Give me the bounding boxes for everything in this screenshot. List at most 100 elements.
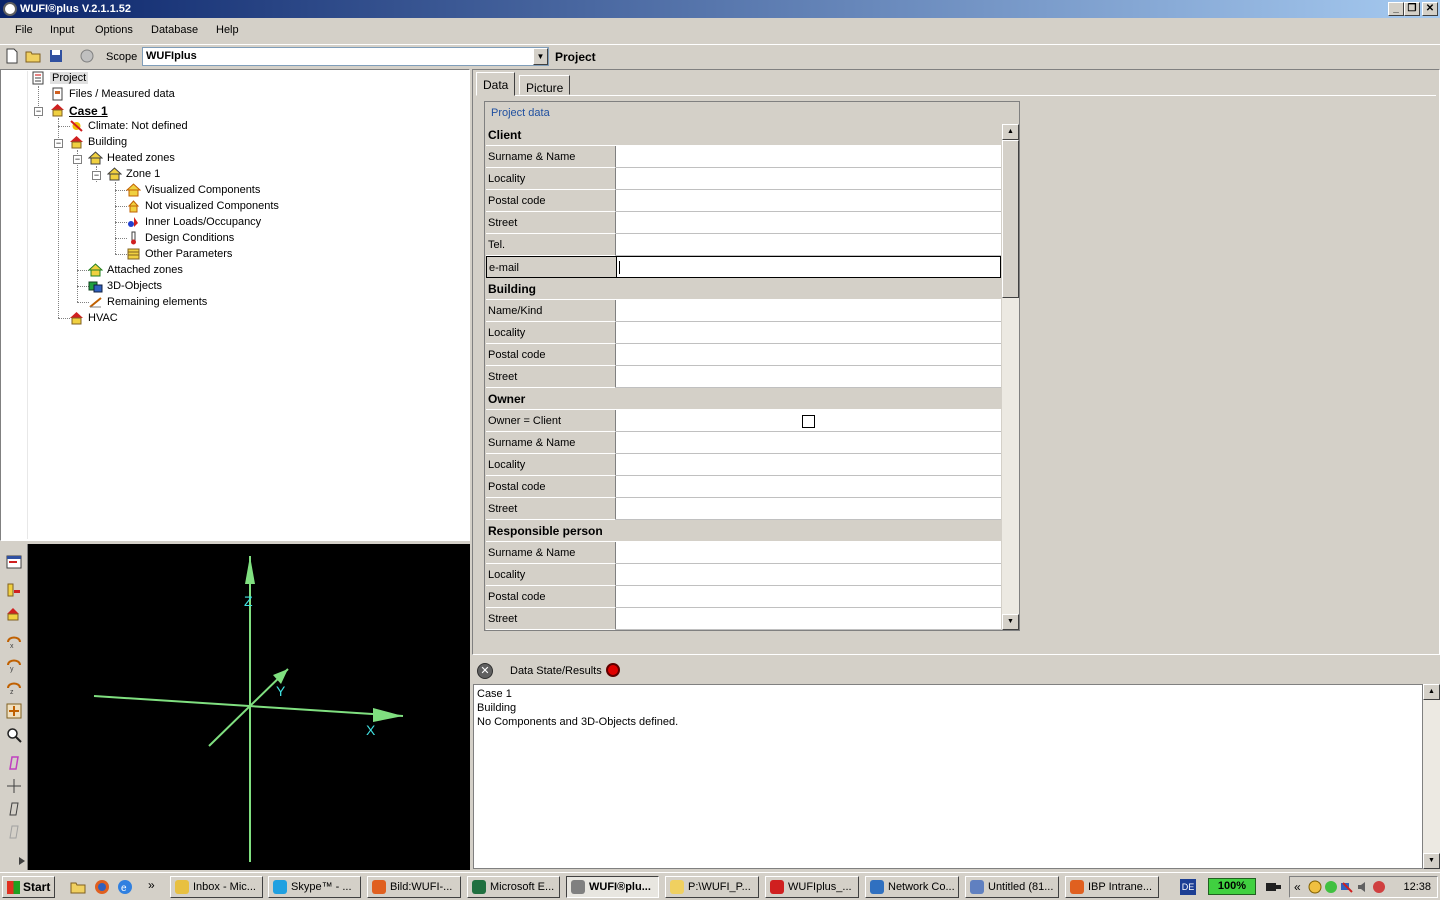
close-icon[interactable]: ✕ <box>477 663 493 679</box>
new-file-icon[interactable] <box>4 48 20 64</box>
tray-clock-icon[interactable] <box>1308 880 1322 894</box>
field-input[interactable] <box>616 586 1001 608</box>
field-input[interactable] <box>616 256 1001 278</box>
clock[interactable]: 12:38 <box>1403 881 1431 893</box>
field-input[interactable] <box>616 168 1001 190</box>
field-input[interactable] <box>616 542 1001 564</box>
scroll-down-button[interactable]: ▼ <box>1423 853 1440 869</box>
language-indicator[interactable]: DE <box>1180 879 1196 895</box>
zoom-icon[interactable] <box>6 727 22 743</box>
expand-arrow-icon[interactable] <box>18 856 26 866</box>
ie-icon[interactable]: e <box>117 879 133 895</box>
calculate-icon[interactable] <box>79 48 95 64</box>
field-row[interactable]: e-mail <box>486 256 1001 278</box>
checkbox-cell[interactable] <box>616 410 1001 432</box>
quicklaunch-more-icon[interactable]: » <box>148 878 155 892</box>
add-component-icon[interactable] <box>6 582 22 598</box>
field-input[interactable] <box>616 322 1001 344</box>
tray-network-icon[interactable] <box>1340 880 1354 894</box>
collapse-toggle[interactable]: − <box>54 139 63 148</box>
taskbar-button[interactable]: IBP Intrane... <box>1065 876 1159 898</box>
field-row[interactable]: Postal code <box>486 586 1001 608</box>
draw-plane-icon[interactable] <box>6 755 22 771</box>
scroll-down-button[interactable]: ▼ <box>1002 614 1019 630</box>
field-row[interactable]: Surname & Name <box>486 146 1001 168</box>
results-scrollbar[interactable]: ▲ ▼ <box>1423 684 1440 869</box>
taskbar-button[interactable]: Inbox - Mic... <box>170 876 263 898</box>
view-window-icon[interactable] <box>6 554 22 570</box>
restore-button[interactable]: ❐ <box>1404 2 1420 16</box>
axes-icon[interactable] <box>6 778 22 794</box>
menu-input[interactable]: Input <box>50 24 74 36</box>
tray-expand-icon[interactable]: « <box>1294 880 1301 894</box>
tray-shield-icon[interactable] <box>1324 880 1338 894</box>
field-input[interactable] <box>616 608 1001 630</box>
tab-picture[interactable]: Picture <box>519 75 571 95</box>
field-input[interactable] <box>616 212 1001 234</box>
taskbar-button[interactable]: Microsoft E... <box>467 876 560 898</box>
tray-volume-icon[interactable] <box>1356 880 1370 894</box>
power-plug-icon[interactable] <box>1264 879 1282 895</box>
field-input[interactable] <box>616 498 1001 520</box>
field-input[interactable] <box>616 300 1001 322</box>
close-button[interactable]: ✕ <box>1422 2 1438 16</box>
scroll-thumb[interactable] <box>1002 140 1019 298</box>
field-input[interactable] <box>616 344 1001 366</box>
scope-select[interactable]: WUFIplus ▼ <box>142 47 549 66</box>
field-row[interactable]: Name/Kind <box>486 300 1001 322</box>
collapse-toggle[interactable]: − <box>73 155 82 164</box>
field-row[interactable]: Street <box>486 366 1001 388</box>
minimize-button[interactable]: _ <box>1388 2 1404 16</box>
field-row[interactable]: Postal code <box>486 476 1001 498</box>
menu-file[interactable]: File <box>15 24 33 36</box>
3d-viewport[interactable]: Z Y X <box>28 544 470 870</box>
collapse-toggle[interactable]: − <box>34 107 43 116</box>
field-input[interactable] <box>616 366 1001 388</box>
field-row[interactable]: Owner = Client <box>486 410 1001 432</box>
battery-indicator[interactable]: 100% <box>1208 878 1256 895</box>
rotate-z-icon[interactable]: z <box>6 680 22 696</box>
field-input[interactable] <box>616 146 1001 168</box>
save-icon[interactable] <box>48 48 64 64</box>
taskbar-button[interactable]: Bild:WUFI-... <box>367 876 461 898</box>
field-input[interactable] <box>616 564 1001 586</box>
plane-disabled-icon[interactable] <box>6 824 22 840</box>
firefox-icon[interactable] <box>94 879 110 895</box>
plane-outline-icon[interactable] <box>6 801 22 817</box>
rotate-x-icon[interactable]: x <box>6 634 22 650</box>
chevron-down-icon[interactable]: ▼ <box>533 48 548 65</box>
tray-security-icon[interactable] <box>1372 880 1386 894</box>
field-row[interactable]: Street <box>486 498 1001 520</box>
collapse-toggle[interactable]: − <box>92 171 101 180</box>
menu-help[interactable]: Help <box>216 24 239 36</box>
pan-icon[interactable] <box>6 703 22 719</box>
show-desktop-icon[interactable] <box>70 879 86 895</box>
taskbar-button[interactable]: Untitled (81... <box>965 876 1059 898</box>
field-row[interactable]: Locality <box>486 322 1001 344</box>
menu-options[interactable]: Options <box>95 24 133 36</box>
field-row[interactable]: Surname & Name <box>486 432 1001 454</box>
field-input[interactable] <box>616 234 1001 256</box>
field-input[interactable] <box>616 454 1001 476</box>
house-dropdown-icon[interactable] <box>6 606 22 622</box>
owner-equals-client-checkbox[interactable] <box>802 415 815 428</box>
field-row[interactable]: Surname & Name <box>486 542 1001 564</box>
field-row[interactable]: Locality <box>486 564 1001 586</box>
taskbar-button[interactable]: Network Co... <box>865 876 959 898</box>
field-row[interactable]: Postal code <box>486 190 1001 212</box>
field-row[interactable]: Locality <box>486 454 1001 476</box>
field-row[interactable]: Street <box>486 608 1001 630</box>
taskbar-button[interactable]: WUFI®plu... <box>566 876 659 898</box>
field-row[interactable]: Postal code <box>486 344 1001 366</box>
tab-data[interactable]: Data <box>476 72 516 96</box>
field-input[interactable] <box>616 476 1001 498</box>
rotate-y-icon[interactable]: y <box>6 657 22 673</box>
field-row[interactable]: Locality <box>486 168 1001 190</box>
taskbar-button[interactable]: P:\WUFI_P... <box>665 876 759 898</box>
taskbar-button[interactable]: Skype™ - ... <box>268 876 361 898</box>
grid-scrollbar[interactable]: ▲ ▼ <box>1002 124 1019 630</box>
scroll-up-button[interactable]: ▲ <box>1423 684 1440 700</box>
taskbar-button[interactable]: WUFIplus_... <box>765 876 859 898</box>
field-input[interactable] <box>616 432 1001 454</box>
start-button[interactable]: Start <box>2 876 55 898</box>
